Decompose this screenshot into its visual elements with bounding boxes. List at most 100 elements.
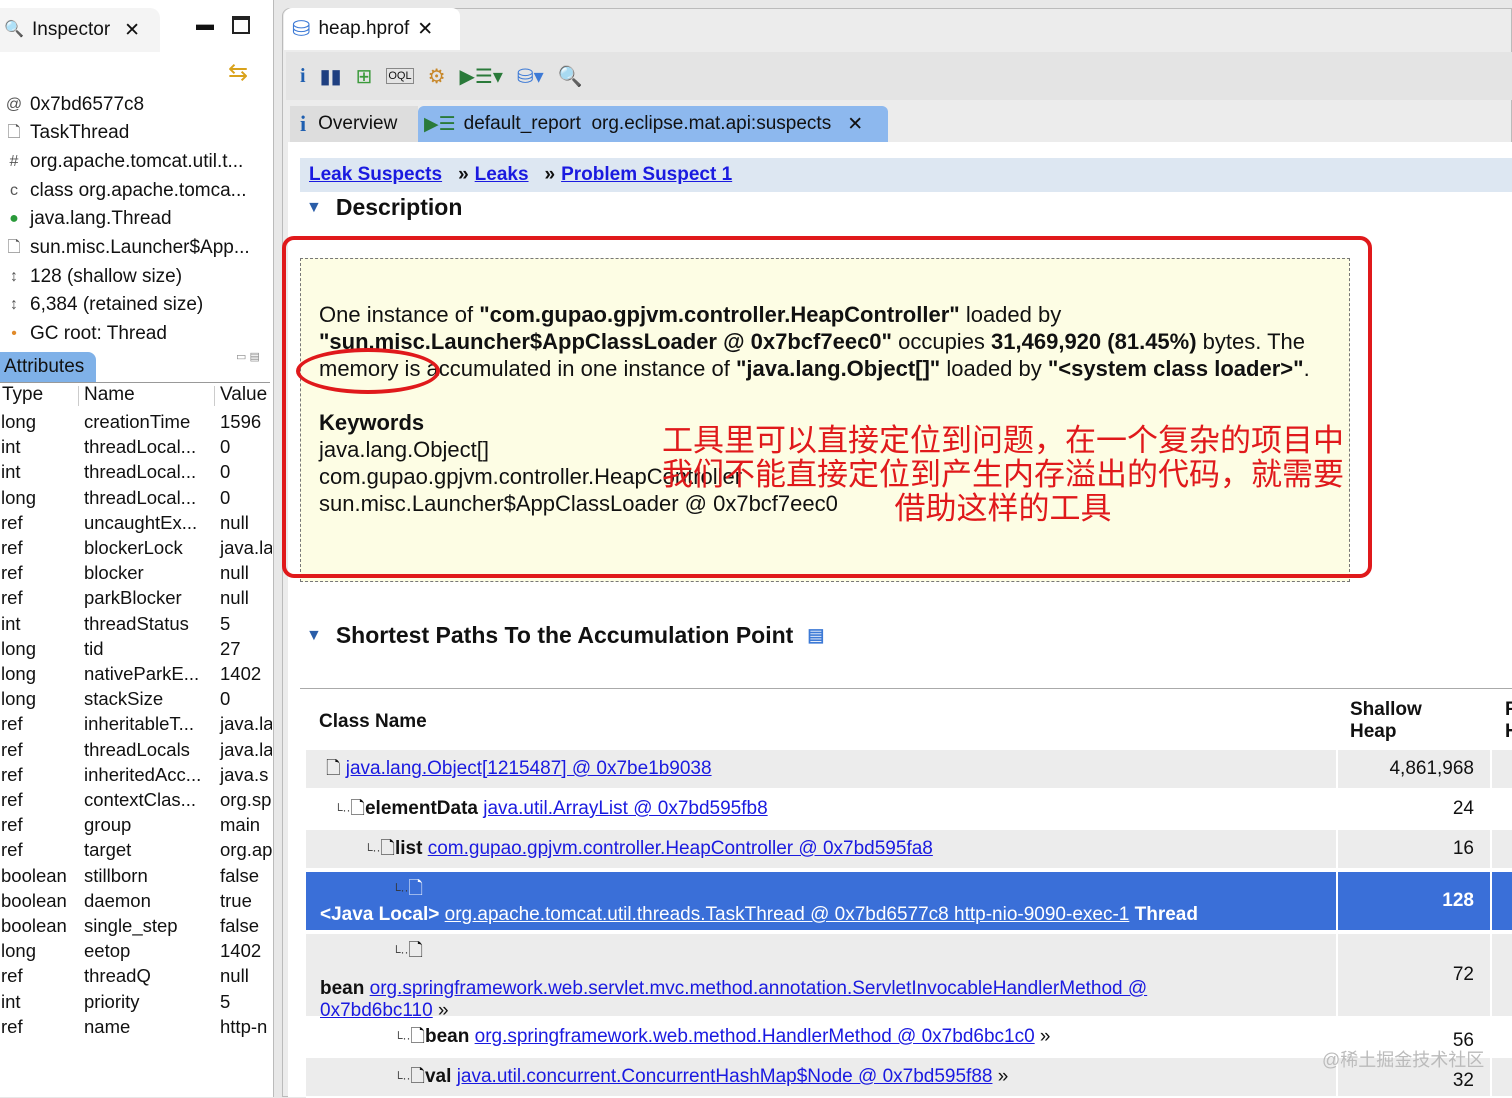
tab-overview[interactable]: i Overview — [290, 106, 418, 142]
attribute-row[interactable]: int threadLocal... 0 — [0, 435, 272, 460]
attribute-row[interactable]: int priority 5 — [0, 990, 272, 1015]
attribute-row[interactable]: int threadLocal... 0 — [0, 460, 272, 485]
attribute-row[interactable]: ref blockerLock java.la — [0, 536, 272, 561]
attribute-row[interactable]: int threadStatus 5 — [0, 612, 272, 637]
path-table-row[interactable]: 🗋 java.lang.Object[1215487] @ 0x7be1b903… — [306, 750, 1512, 790]
close-icon[interactable]: ✕ — [417, 18, 433, 41]
oql-icon[interactable]: OQL — [386, 68, 414, 84]
attribute-row[interactable]: long threadLocal... 0 — [0, 486, 272, 511]
attribute-row[interactable]: boolean single_step false — [0, 914, 272, 939]
paths-table-header: Class Name Shallow Heap RH — [300, 688, 1512, 750]
attribute-row[interactable]: ref name http-n — [0, 1015, 272, 1040]
tree-connector-icon: └·· — [392, 945, 409, 959]
open-in-table-icon[interactable]: ▤ — [807, 625, 824, 646]
attribute-row[interactable]: long creationTime 1596 — [0, 410, 272, 435]
description-section-toggle[interactable]: ▼ Description — [306, 194, 462, 221]
object-icon: 🗋 — [408, 878, 423, 898]
size-icon: ↕ — [10, 296, 18, 314]
inspector-panel: 🔍 Inspector ✕ ▬ ⇆ @0x7bd6577c8 🗋 TaskThrea… — [0, 0, 274, 1097]
attribute-row[interactable]: ref threadQ null — [0, 964, 272, 989]
tab-attributes[interactable]: Attributes — [0, 352, 96, 382]
attribute-row[interactable]: boolean daemon true — [0, 889, 272, 914]
path-table-row[interactable]: └··🗋 bean org.springframework.web.servlet… — [306, 934, 1512, 1021]
close-icon[interactable]: ✕ — [124, 19, 140, 42]
inspector-item[interactable]: 🗋 TaskThread — [4, 119, 130, 148]
attribute-row[interactable]: long eetop 1402 — [0, 939, 272, 964]
inspector-item[interactable]: • GC root: Thread — [4, 320, 167, 349]
package-icon: # — [9, 152, 19, 170]
attribute-row[interactable]: ref blocker null — [0, 561, 272, 586]
attribute-row[interactable]: ref inheritableT... java.la — [0, 712, 272, 737]
tab-inspector[interactable]: 🔍 Inspector ✕ — [0, 8, 160, 52]
path-table-row[interactable]: └··🗋list com.gupao.gpjvm.controller.Heap… — [306, 830, 1512, 870]
class-static-icon: ● — [9, 210, 19, 228]
annotation-text: 工具里可以直接定位到问题，在一个复杂的项目中 我们不能直接定位到产生内存溢出的代码… — [662, 423, 1344, 527]
minimize-icon[interactable]: ▭ ▤ — [236, 350, 260, 363]
attribute-row[interactable]: ref target org.ap — [0, 838, 272, 863]
column-name[interactable]: Name — [84, 384, 135, 406]
minimize-icon[interactable]: ▬ — [196, 14, 214, 35]
inspector-item[interactable]: ↕ 6,384 (retained size) — [4, 291, 203, 320]
attribute-row[interactable]: long tid 27 — [0, 637, 272, 662]
column-shallow-heap[interactable]: Shallow Heap — [1350, 699, 1422, 743]
tree-connector-icon: └·· — [364, 843, 381, 857]
object-icon: 🗋 — [410, 1066, 425, 1086]
attribute-row[interactable]: ref threadLocals java.la — [0, 738, 272, 763]
object-link[interactable]: org.apache.tomcat.util.threads.TaskThrea… — [445, 904, 1130, 925]
object-link[interactable]: com.gupao.gpjvm.controller.HeapControlle… — [428, 838, 933, 859]
column-type[interactable]: Type — [2, 384, 43, 406]
shortest-paths-toggle[interactable]: ▼ Shortest Paths To the Accumulation Poi… — [306, 622, 824, 649]
attribute-row[interactable]: ref contextClas... org.sp — [0, 788, 272, 813]
attribute-row[interactable]: long stackSize 0 — [0, 687, 272, 712]
info-icon[interactable]: i — [300, 65, 306, 88]
attribute-row[interactable]: long nativeParkE... 1402 — [0, 662, 272, 687]
attribute-row[interactable]: ref parkBlocker null — [0, 586, 272, 611]
tree-connector-icon: └·· — [334, 803, 351, 817]
inspector-item[interactable]: ● java.lang.Thread — [4, 205, 171, 234]
maximize-icon[interactable] — [232, 16, 250, 34]
inspector-item[interactable]: 🗋 sun.misc.Launcher$App... — [4, 234, 250, 263]
search-icon[interactable]: 🔍 — [558, 64, 583, 89]
object-link[interactable]: java.util.concurrent.ConcurrentHashMap$N… — [457, 1066, 993, 1087]
column-value[interactable]: Value — [220, 384, 267, 406]
object-link[interactable]: java.util.ArrayList @ 0x7bd595fb8 — [483, 798, 767, 819]
watermark: @稀土掘金技术社区 — [1322, 1050, 1485, 1070]
editor-panel: ⛁ heap.hprof ✕ i ▮▮ ⊞ OQL ⚙ ▶☰▾ ⛁▾ 🔍 i O… — [282, 0, 1512, 1097]
column-retained-heap[interactable]: RH — [1505, 699, 1512, 743]
breadcrumb-leak-suspects[interactable]: Leak Suspects — [309, 164, 442, 186]
attributes-header: Type Name Value — [0, 384, 272, 410]
tree-connector-icon: └·· — [392, 883, 409, 897]
gear-icon[interactable]: ⚙ — [428, 64, 446, 89]
inspector-item[interactable]: # org.apache.tomcat.util.t... — [4, 147, 244, 176]
chevron-down-icon: ▼ — [306, 626, 322, 644]
attribute-row[interactable]: ref inheritedAcc... java.s — [0, 763, 272, 788]
close-icon[interactable]: ✕ — [847, 113, 863, 136]
column-class-name[interactable]: Class Name — [319, 711, 427, 733]
breadcrumb-leaks[interactable]: Leaks — [475, 164, 529, 186]
inspector-item[interactable]: @0x7bd6577c8 — [4, 90, 144, 119]
object-link[interactable]: org.springframework.web.servlet.mvc.meth… — [370, 978, 1148, 999]
attribute-row[interactable]: boolean stillborn false — [0, 864, 272, 889]
attribute-row[interactable]: ref group main — [0, 813, 272, 838]
tab-heap-hprof[interactable]: ⛁ heap.hprof ✕ — [284, 8, 460, 50]
histogram-icon[interactable]: ▮▮ — [320, 64, 342, 89]
query-icon[interactable]: ⛁▾ — [517, 64, 544, 89]
report-icon[interactable]: ▶☰▾ — [460, 64, 503, 89]
tab-default-report[interactable]: ▶☰ default_report org.eclipse.mat.api:su… — [418, 106, 888, 142]
object-link[interactable]: java.lang.Object[1215487] @ 0x7be1b9038 — [346, 758, 712, 779]
inspector-item[interactable]: ↕ 128 (shallow size) — [4, 262, 182, 291]
path-table-row[interactable]: └··🗋elementData java.util.ArrayList @ 0x… — [306, 790, 1512, 830]
breadcrumb-problem-suspect[interactable]: Problem Suspect 1 — [561, 164, 732, 186]
attribute-row[interactable]: ref uncaughtEx... null — [0, 511, 272, 536]
inspector-item[interactable]: c class org.apache.tomca... — [4, 176, 247, 205]
path-table-row[interactable]: └··🗋 <Java Local> org.apache.tomcat.util.… — [306, 872, 1512, 932]
object-icon: 🗋 — [410, 1026, 425, 1046]
object-link[interactable]: org.springframework.web.method.HandlerMe… — [475, 1026, 1035, 1047]
size-icon: ↕ — [10, 267, 18, 285]
tree-connector-icon: └·· — [394, 1071, 411, 1085]
object-icon: 🗋 — [380, 838, 395, 858]
shallow-heap-value: 4,861,968 — [1389, 758, 1474, 779]
sync-arrows-icon[interactable]: ⇆ — [228, 58, 248, 87]
dominator-tree-icon[interactable]: ⊞ — [356, 64, 373, 89]
toolbar: i ▮▮ ⊞ OQL ⚙ ▶☰▾ ⛁▾ 🔍 — [286, 52, 1512, 100]
